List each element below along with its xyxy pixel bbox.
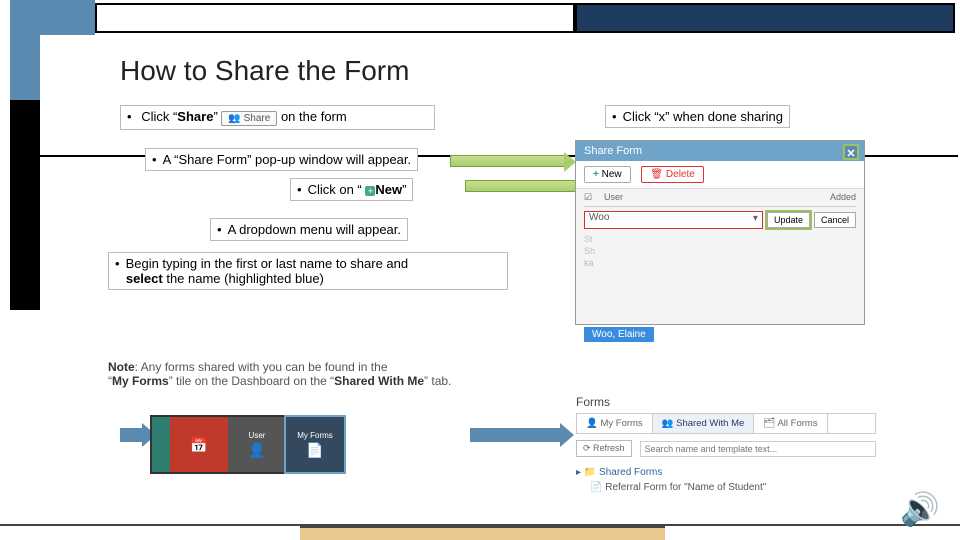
shared-forms-folder[interactable]: Shared Forms <box>576 467 876 478</box>
frame-bottom-accent <box>300 526 665 540</box>
update-button[interactable]: Update <box>767 212 810 228</box>
tab-my-forms[interactable]: 👤 My Forms <box>577 414 653 433</box>
text-bold: Share <box>177 109 213 124</box>
forms-panel: Forms 👤 My Forms 👥 Shared With Me 🗂 All … <box>576 395 876 493</box>
share-form-popup: Share Form ✕ New Delete ☑UserAdded Woo U… <box>575 140 865 325</box>
tile-user[interactable]: User👤 <box>228 417 286 472</box>
note-text: Note: Any forms shared with you can be f… <box>108 360 508 388</box>
speaker-icon: 🔊 <box>900 490 940 528</box>
arrow-to-new <box>465 180 585 192</box>
document-icon: 📄 <box>306 442 323 459</box>
grid-header: ☑UserAdded <box>584 189 856 207</box>
frame-top-left <box>95 3 575 33</box>
text: A dropdown menu will appear. <box>228 222 401 237</box>
arrow-to-tiles <box>120 428 142 442</box>
delete-button[interactable]: Delete <box>641 166 703 183</box>
plus-icon: + <box>365 186 375 196</box>
text: Click “ <box>141 109 177 124</box>
selected-name-chip[interactable]: Woo, Elaine <box>584 327 654 342</box>
step-popup-appears: •A “Share Form” pop-up window will appea… <box>145 148 418 171</box>
list-item: ka <box>584 257 856 269</box>
text: ” <box>402 182 406 197</box>
list-item: St <box>584 233 856 245</box>
note-label: Note <box>108 360 135 374</box>
col-added: Added <box>796 192 856 203</box>
col-user: User <box>604 192 796 203</box>
dashboard-tiles: 📅 User👤 My Forms📄 <box>150 415 346 474</box>
text: Click “x” when done sharing <box>623 109 783 124</box>
cancel-button[interactable]: Cancel <box>814 212 856 228</box>
step-click-new: •Click on “ +New” <box>290 178 413 201</box>
text: Click on “ <box>308 182 366 197</box>
tile-my-forms[interactable]: My Forms📄 <box>286 417 344 472</box>
share-button-mock[interactable]: Share <box>221 111 277 126</box>
frame-left-black <box>10 100 40 310</box>
arrow-to-tabs <box>470 428 560 442</box>
user-icon: 👤 <box>248 442 265 459</box>
tab-shared-with-me[interactable]: 👥 Shared With Me <box>653 414 755 433</box>
tile-general[interactable] <box>152 417 170 472</box>
list-item: Sh <box>584 245 856 257</box>
forms-heading: Forms <box>576 395 876 409</box>
popup-title: Share Form <box>584 145 642 157</box>
calendar-icon: 📅 <box>190 437 207 454</box>
tab-all-forms[interactable]: 🗂 All Forms <box>754 414 827 433</box>
text: ” <box>213 109 217 124</box>
frame-accent-top <box>10 0 95 35</box>
step-type-name: •Begin typing in the first or last name … <box>108 252 508 290</box>
step-click-share: • Click “Share” Share on the form <box>120 105 435 130</box>
refresh-button[interactable]: ⟳ Refresh <box>576 440 632 457</box>
text: on the form <box>281 109 347 124</box>
step-dropdown-appears: •A dropdown menu will appear. <box>210 218 408 241</box>
new-button[interactable]: New <box>584 166 631 183</box>
text-bold: select <box>126 271 163 286</box>
text: A “Share Form” pop-up window will appear… <box>163 152 412 167</box>
popup-header: Share Form ✕ <box>576 141 864 161</box>
tile-calendar[interactable]: 📅 <box>170 417 228 472</box>
arrow-to-popup <box>450 155 565 167</box>
frame-left-blue <box>10 35 40 100</box>
slide-title: How to Share the Form <box>120 55 409 87</box>
file-item[interactable]: Referral Form for "Name of Student" <box>590 482 876 493</box>
dropdown-value: Woo <box>585 212 609 223</box>
text-bold: New <box>375 182 402 197</box>
text: the name (highlighted blue) <box>163 271 324 286</box>
user-dropdown[interactable]: Woo <box>584 211 763 229</box>
close-button[interactable]: ✕ <box>843 144 859 160</box>
frame-top-right <box>575 3 955 33</box>
step-click-x: •Click “x” when done sharing <box>605 105 790 128</box>
search-input[interactable] <box>640 441 876 457</box>
text: Begin typing in the first or last name t… <box>126 256 409 271</box>
